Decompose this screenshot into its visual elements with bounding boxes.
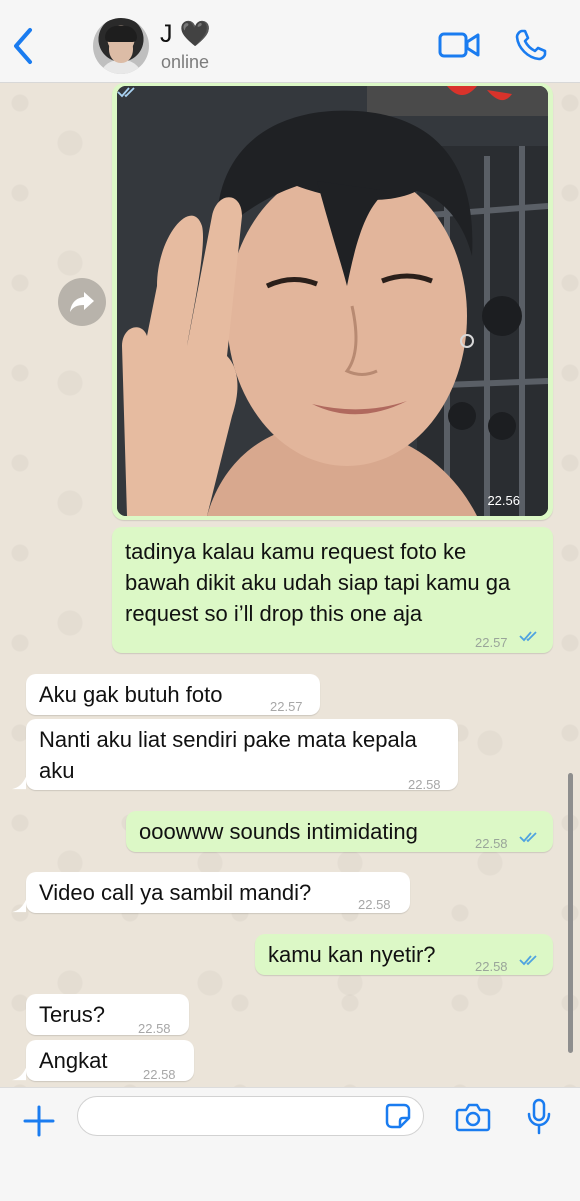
video-call-icon[interactable]: [438, 30, 480, 60]
scrollbar[interactable]: [568, 773, 573, 1053]
incoming-message[interactable]: Terus? 22.58: [26, 994, 189, 1036]
chat-header: J 🖤 online: [0, 0, 580, 83]
contact-name[interactable]: J 🖤: [160, 20, 211, 49]
message-time: 22.56: [487, 493, 520, 508]
bubble-tail: [12, 1067, 26, 1081]
contact-status: online: [161, 52, 210, 72]
read-ticks-icon: [519, 631, 537, 642]
message-time: 22.58: [358, 897, 391, 912]
chat-area[interactable]: 22.56 tadinya kalau kamu request foto ke…: [0, 83, 580, 1087]
forward-button[interactable]: [58, 278, 106, 326]
bubble-tail: [12, 776, 26, 790]
forward-icon: [70, 292, 94, 312]
message-text: Angkat: [39, 1048, 108, 1073]
message-time: 22.57: [475, 635, 508, 650]
read-ticks-icon: [519, 955, 537, 966]
chevron-left-icon[interactable]: [8, 26, 38, 66]
message-text: Terus?: [39, 1002, 106, 1027]
incoming-message[interactable]: Angkat 22.58: [26, 1040, 194, 1082]
sticker-icon[interactable]: [384, 1102, 412, 1130]
message-text: tadinya kalau kamu request foto ke bawah…: [125, 539, 511, 626]
message-text: kamu kan nyetir?: [268, 942, 436, 967]
incoming-message[interactable]: Aku gak butuh foto 22.57: [26, 674, 320, 715]
message-text: Aku gak butuh foto: [39, 682, 223, 707]
message-time: 22.57: [270, 699, 303, 714]
incoming-message[interactable]: Video call ya sambil mandi? 22.58: [26, 872, 410, 913]
outgoing-message[interactable]: kamu kan nyetir? 22.58: [255, 934, 553, 975]
message-text: ooowww sounds intimidating: [139, 819, 418, 844]
bubble-tail: [12, 899, 26, 913]
avatar[interactable]: [93, 18, 149, 74]
message-time: 22.58: [408, 777, 441, 792]
message-time: 22.58: [475, 836, 508, 851]
selfie-photo[interactable]: 22.56: [117, 86, 548, 516]
message-input[interactable]: [77, 1096, 424, 1136]
message-time: 22.58: [143, 1067, 176, 1082]
phone-icon[interactable]: [514, 28, 548, 62]
message-time: 22.58: [475, 959, 508, 974]
image-message[interactable]: 22.56: [112, 83, 553, 520]
input-bar: [0, 1087, 580, 1201]
outgoing-message[interactable]: ooowww sounds intimidating 22.58: [126, 811, 553, 852]
message-text: Video call ya sambil mandi?: [39, 880, 312, 905]
camera-icon[interactable]: [455, 1102, 491, 1132]
read-ticks-icon: [117, 87, 135, 98]
plus-icon[interactable]: [22, 1104, 56, 1138]
incoming-message[interactable]: Nanti aku liat sendiri pake mata kepala …: [26, 719, 458, 792]
message-text: Nanti aku liat sendiri pake mata kepala …: [39, 727, 417, 783]
microphone-icon[interactable]: [526, 1098, 552, 1136]
outgoing-message[interactable]: tadinya kalau kamu request foto ke bawah…: [112, 527, 553, 653]
read-ticks-icon: [519, 832, 537, 843]
